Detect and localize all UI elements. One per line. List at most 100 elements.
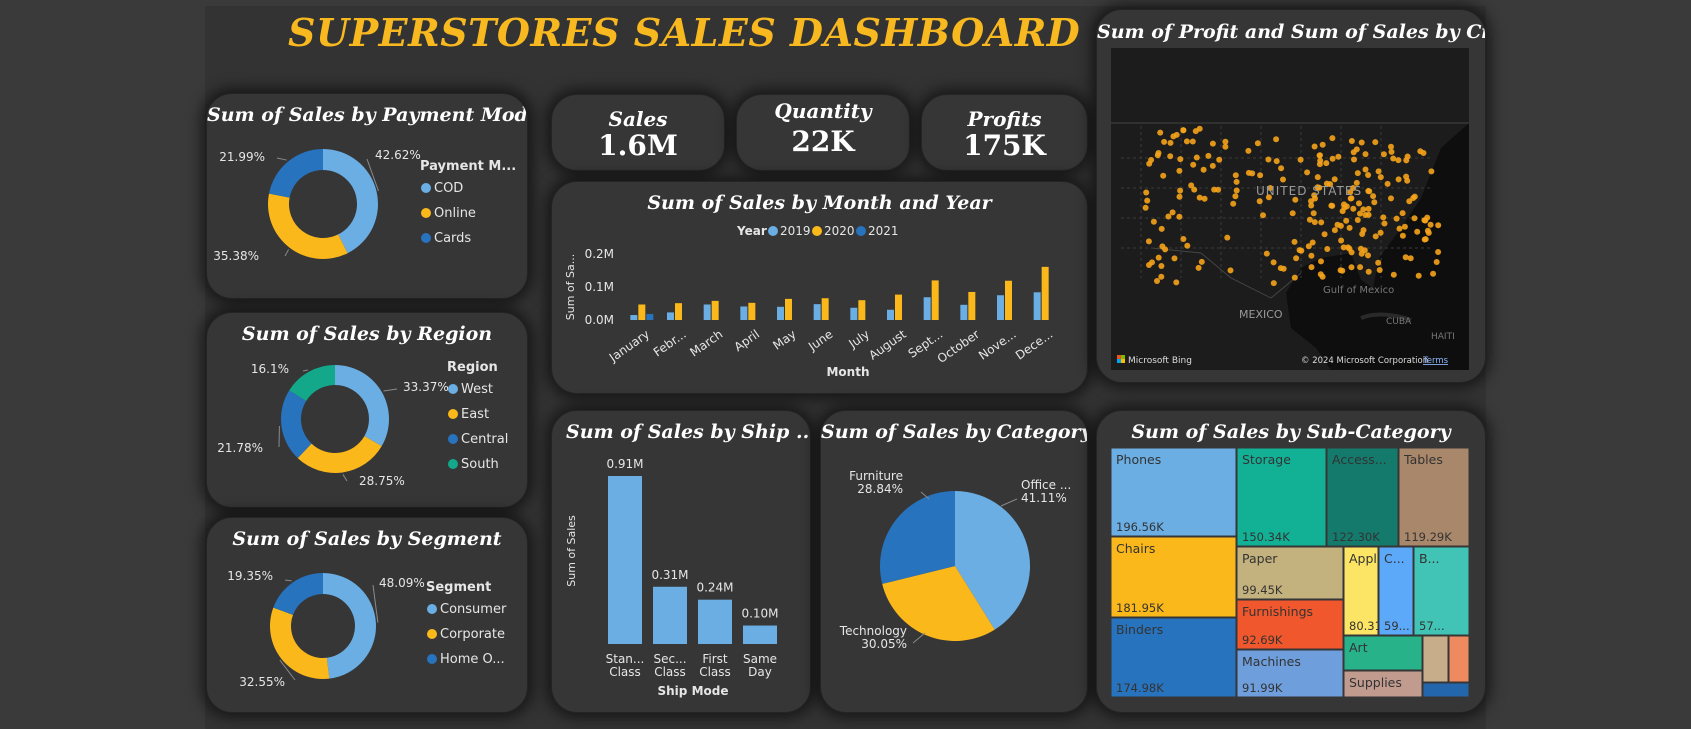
treemap-value: 181.95K (1116, 601, 1164, 615)
payment-mode-donut-chart: 42.62% 35.38% 21.99% Payment M... COD Online C… (213, 148, 516, 263)
treemap-label: Chairs (1116, 541, 1155, 556)
leader-line (284, 579, 292, 582)
city-marker (1356, 200, 1362, 207)
category-pie-chart: Office ...41.11% Technology30.05% Furnitur… (839, 469, 1072, 651)
city-marker (1245, 147, 1252, 154)
city-marker (1159, 243, 1166, 250)
segment-card[interactable]: Sum of Sales by Segment 48.09% 32.55% 19.3… (206, 517, 528, 713)
leader-line (383, 388, 398, 392)
treemap-label: C... (1384, 551, 1405, 566)
city-marker (1317, 271, 1324, 278)
city-marker (1365, 211, 1372, 218)
map-label-gulf: Gulf of Mexico (1323, 285, 1394, 296)
category-card[interactable]: Sum of Sales by Category Office ... 41.11… (820, 410, 1088, 713)
city-marker (1224, 234, 1231, 241)
city-map-card[interactable]: Sum of Profit and Sum of Sales by City U… (1096, 9, 1486, 383)
city-marker (1308, 264, 1315, 271)
x-tick-label: Febr... (651, 327, 689, 359)
city-marker (1180, 236, 1187, 242)
city-marker (1144, 197, 1151, 204)
map-label-haiti: HAITI (1431, 332, 1455, 342)
city-marker (1291, 274, 1298, 281)
city-marker (1361, 247, 1368, 254)
legend-title: Region (447, 360, 498, 375)
city-marker (1428, 168, 1435, 175)
city-marker (1193, 154, 1200, 161)
map-label-us: UNITED STATES (1256, 184, 1362, 198)
donut-slice-east (297, 436, 382, 473)
bar-2019-1 (667, 312, 674, 320)
city-marker (1257, 172, 1264, 179)
city-marker (1205, 152, 1212, 159)
city-marker (1403, 157, 1410, 164)
kpi-quantity-label: Quantity (774, 99, 872, 123)
bar-2020-6 (858, 300, 866, 320)
ship-mode-card[interactable]: Sum of Sales by Ship ... 0.91M Stan... Cla… (551, 410, 811, 713)
monthly-sales-card[interactable]: Sum of Sales by Month and Year Year 2019 2… (551, 181, 1088, 394)
city-marker (1233, 187, 1240, 194)
city-marker (1388, 195, 1394, 202)
x-tick-label: Sec... (653, 652, 686, 666)
city-marker (1314, 174, 1321, 181)
bing-logo-icon (1121, 355, 1125, 359)
city-marker (1362, 151, 1369, 158)
subcategory-card[interactable]: Sum of Sales by Sub-Category Phones 196.5… (1096, 410, 1486, 713)
city-marker (1176, 193, 1183, 200)
data-label: 0.10M (741, 607, 778, 621)
data-label: 16.1% (251, 362, 289, 376)
bar-2020-7 (895, 294, 902, 320)
bar-2020-11 (1041, 266, 1049, 320)
payment-mode-card[interactable]: Sum of Sales by Payment Mode 42.62% 35.38… (206, 93, 528, 299)
city-marker (1190, 161, 1197, 168)
city-marker (1348, 249, 1355, 256)
bar-2020-3 (748, 302, 756, 320)
x-tick-label: Class (699, 665, 731, 679)
x-tick-label: March (687, 327, 725, 359)
treemap-label: Art (1349, 640, 1368, 655)
region-donut-chart: 33.37% 28.75% 21.78% 16.1% Region West East Cen… (217, 360, 508, 488)
bar-2019-4 (777, 306, 784, 320)
x-tick-label: October (935, 327, 982, 366)
city-marker (1403, 173, 1410, 180)
treemap-label: Tables (1403, 452, 1443, 467)
treemap-tile-14 (1422, 635, 1449, 683)
legend-item: South (461, 457, 499, 472)
city-marker (1348, 138, 1355, 144)
ship-bar-0 (608, 476, 642, 644)
leader-line (1000, 498, 1018, 507)
data-label: 32.55% (239, 675, 285, 689)
legend-marker (812, 226, 822, 236)
kpi-profits-card[interactable]: Profits 175K (921, 94, 1088, 171)
region-card[interactable]: Sum of Sales by Region 33.37% 28.75% 21.78… (206, 312, 528, 508)
city-marker (1388, 148, 1395, 155)
map-view[interactable]: UNITED STATES MEXICO Gulf of Mexico CUBA HAI… (1111, 48, 1469, 370)
category-label: Technology (839, 624, 907, 638)
kpi-sales-card[interactable]: Sales 1.6M (551, 94, 725, 171)
x-tick-label: Same (743, 652, 777, 666)
city-marker (1263, 250, 1270, 257)
city-marker (1417, 148, 1424, 155)
kpi-quantity-card[interactable]: Quantity 22K (736, 94, 910, 171)
legend-marker (448, 409, 458, 419)
bar-2019-9 (960, 304, 968, 320)
city-marker (1321, 231, 1328, 238)
subcategory-treemap: Phones 196.56K Chairs 181.95K Binders 174.98K… (1110, 447, 1470, 698)
city-marker (1350, 149, 1357, 156)
city-marker (1396, 225, 1403, 232)
city-marker (1158, 263, 1165, 269)
treemap-value: 196.56K (1116, 520, 1164, 534)
city-marker (1365, 172, 1372, 178)
y-tick-label: 0.0M (585, 313, 614, 327)
city-marker (1310, 210, 1317, 217)
legend-item: Online (434, 206, 476, 221)
data-label: 30.05% (861, 637, 907, 651)
city-marker (1365, 268, 1372, 275)
legend-item: Consumer (440, 602, 507, 617)
bing-logo-icon (1121, 359, 1125, 363)
city-marker (1377, 174, 1384, 181)
city-marker (1160, 172, 1167, 179)
city-marker (1171, 255, 1178, 262)
city-marker (1414, 228, 1421, 235)
map-label-mexico: MEXICO (1239, 308, 1283, 321)
city-marker (1430, 270, 1437, 277)
